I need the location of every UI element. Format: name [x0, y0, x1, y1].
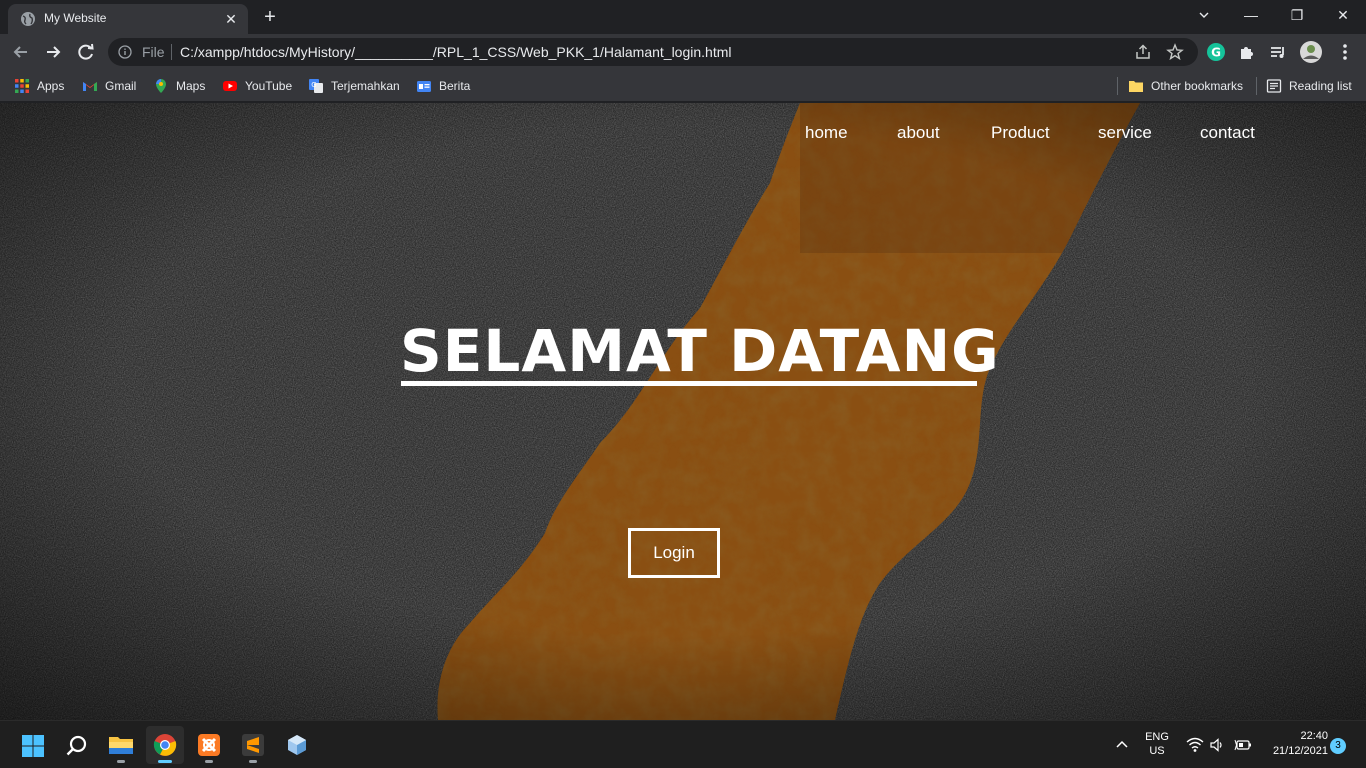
- running-indicator: [249, 760, 257, 763]
- bookmark-berita[interactable]: Berita: [416, 77, 470, 95]
- windows-taskbar: ENG US 22:40 21/12/2021 3: [0, 720, 1366, 768]
- xampp-icon: [198, 734, 220, 756]
- bookmark-maps[interactable]: Maps: [153, 77, 205, 95]
- tab-close-icon[interactable]: ✕: [222, 10, 240, 28]
- restore-button[interactable]: ❐: [1274, 0, 1320, 30]
- svg-text:G: G: [311, 81, 316, 89]
- forward-arrow-icon[interactable]: [40, 39, 66, 65]
- reading-list-label: Reading list: [1289, 79, 1352, 93]
- news-icon: [417, 81, 431, 92]
- bookmark-star-icon[interactable]: [1166, 43, 1184, 61]
- hero-title-underline: [401, 381, 977, 386]
- taskbar-sublime-text[interactable]: [234, 726, 272, 764]
- volume-icon[interactable]: [1209, 737, 1225, 753]
- wifi-icon[interactable]: [1186, 737, 1204, 753]
- keyboard-region: US: [1149, 745, 1165, 757]
- taskbar-file-explorer[interactable]: [102, 726, 140, 764]
- bookmark-label: Apps: [37, 79, 65, 93]
- bookmark-label: Gmail: [105, 79, 137, 93]
- tab-title: My Website: [44, 11, 107, 25]
- bookmark-apps[interactable]: Apps: [14, 77, 64, 95]
- nav-link-service[interactable]: service: [1098, 123, 1152, 143]
- taskbar-box-app[interactable]: [278, 726, 316, 764]
- address-bar[interactable]: File C:/xampp/htdocs/MyHistory/_________…: [108, 38, 1198, 66]
- other-bookmarks-label: Other bookmarks: [1151, 79, 1244, 93]
- reading-list-button[interactable]: Reading list: [1266, 77, 1352, 95]
- minimize-button[interactable]: —: [1228, 0, 1274, 30]
- login-button[interactable]: Login: [628, 528, 720, 578]
- tab-search-icon[interactable]: [1198, 9, 1210, 21]
- start-button[interactable]: [14, 726, 52, 764]
- taskbar-search[interactable]: [58, 726, 96, 764]
- nav-link-contact[interactable]: contact: [1200, 123, 1255, 143]
- info-icon[interactable]: [118, 45, 132, 59]
- globe-icon: [21, 12, 35, 26]
- browser-toolbar: File C:/xampp/htdocs/MyHistory/_________…: [0, 34, 1366, 70]
- taskbar-xampp[interactable]: [190, 726, 228, 764]
- battery-icon[interactable]: [1234, 737, 1252, 753]
- language-code: ENG: [1145, 731, 1169, 743]
- maps-icon: [156, 79, 166, 93]
- running-indicator: [117, 760, 125, 763]
- nav-link-product[interactable]: Product: [991, 123, 1050, 143]
- youtube-icon: [223, 81, 237, 91]
- svg-text:G: G: [1211, 46, 1221, 60]
- scheme-label: File: [142, 44, 165, 60]
- running-indicator: [205, 760, 213, 763]
- box-app-icon: [288, 735, 306, 755]
- asphalt-background-image: [0, 103, 1366, 720]
- bookmark-gmail[interactable]: Gmail: [82, 77, 136, 95]
- clock[interactable]: 22:40 21/12/2021: [1262, 730, 1328, 757]
- taskbar-chrome[interactable]: [146, 726, 184, 764]
- notification-badge[interactable]: 3: [1330, 738, 1346, 754]
- hero-title: SELAMAT DATANG: [400, 317, 1000, 385]
- folder-icon: [1129, 81, 1143, 92]
- grammarly-icon[interactable]: G: [1204, 40, 1228, 64]
- reload-icon[interactable]: [73, 39, 99, 65]
- language-indicator[interactable]: ENG US: [1140, 731, 1174, 757]
- share-icon[interactable]: [1134, 43, 1152, 61]
- browser-tab[interactable]: My Website ✕: [8, 4, 248, 34]
- close-window-button[interactable]: ✕: [1320, 0, 1366, 30]
- bookmark-label: YouTube: [245, 79, 293, 93]
- omnibox-divider: [171, 44, 172, 60]
- other-bookmarks-folder[interactable]: Other bookmarks: [1128, 77, 1243, 95]
- file-explorer-icon: [109, 737, 133, 754]
- bookmarks-divider: [1117, 77, 1118, 95]
- url-text[interactable]: C:/xampp/htdocs/MyHistory/__________/RPL…: [180, 44, 731, 60]
- clock-date: 21/12/2021: [1272, 745, 1328, 757]
- bookmark-youtube[interactable]: YouTube: [222, 77, 292, 95]
- apps-grid-icon: [15, 79, 29, 93]
- running-indicator: [158, 760, 172, 763]
- sublime-text-icon: [242, 734, 264, 756]
- bookmarks-divider: [1256, 77, 1257, 95]
- chevron-up-icon[interactable]: [1114, 737, 1130, 753]
- translate-icon: G: [309, 79, 323, 93]
- profile-avatar-icon[interactable]: [1299, 40, 1323, 64]
- nav-link-home[interactable]: home: [805, 123, 848, 143]
- chrome-menu-icon[interactable]: [1333, 40, 1357, 64]
- new-tab-button[interactable]: +: [258, 6, 282, 30]
- reading-list-icon: [1266, 79, 1282, 93]
- extensions-puzzle-icon[interactable]: [1235, 40, 1259, 64]
- search-icon: [66, 735, 87, 756]
- tab-strip: My Website ✕ + — ❐ ✕: [0, 0, 1366, 34]
- chrome-icon: [153, 734, 177, 756]
- web-page: home about Product service contact SELAM…: [0, 103, 1366, 720]
- media-control-icon[interactable]: [1266, 40, 1290, 64]
- back-arrow-icon[interactable]: [8, 39, 34, 65]
- bookmark-label: Maps: [176, 79, 206, 93]
- bookmarks-bar: Apps Gmail Maps YouTube G Terjemahkan Be…: [0, 70, 1366, 102]
- bookmark-terjemahkan[interactable]: G Terjemahkan: [308, 77, 400, 95]
- bookmark-label: Terjemahkan: [331, 79, 400, 93]
- nav-link-about[interactable]: about: [897, 123, 940, 143]
- clock-time: 22:40: [1300, 730, 1328, 742]
- site-navigation: home about Product service contact: [0, 123, 1366, 145]
- start-icon: [22, 735, 44, 757]
- gmail-icon: [83, 82, 97, 91]
- bookmark-label: Berita: [439, 79, 471, 93]
